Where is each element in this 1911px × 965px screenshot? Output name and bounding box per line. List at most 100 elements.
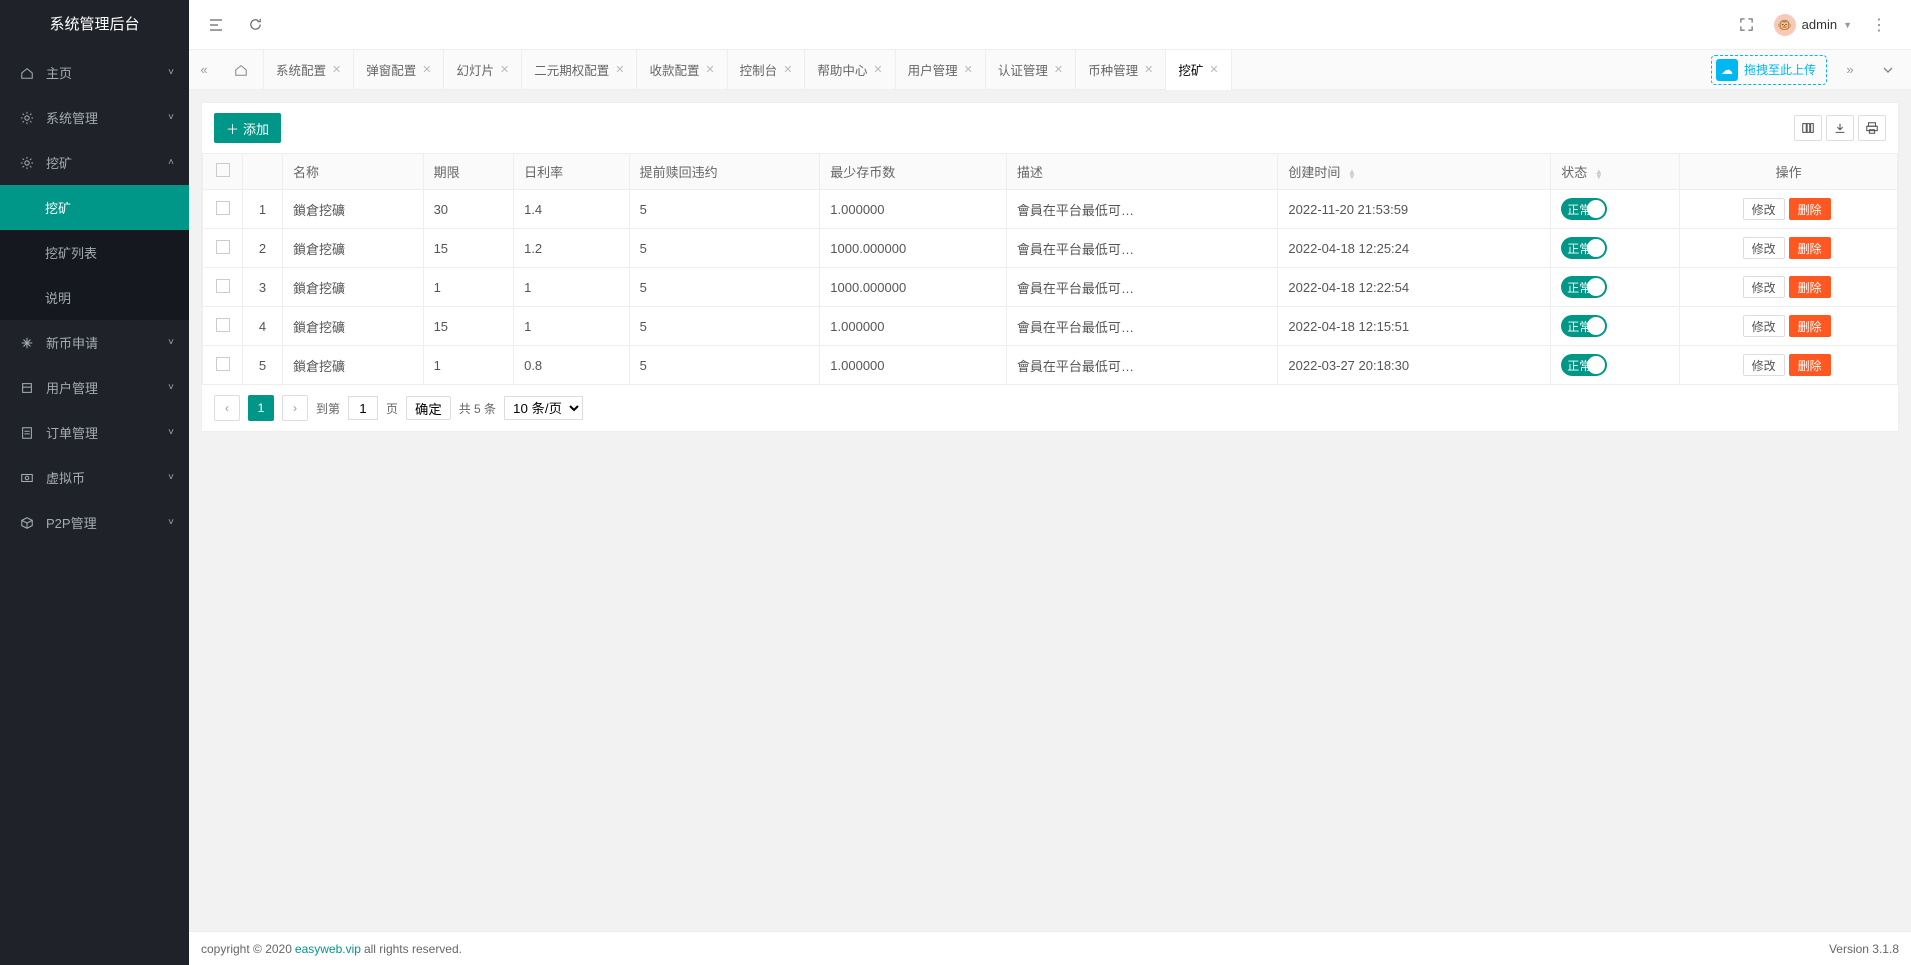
tabs-scroll-left-icon[interactable]: « bbox=[189, 50, 219, 89]
chevron-down-icon: ˅ bbox=[168, 67, 174, 78]
th-period[interactable]: 期限 bbox=[423, 154, 514, 190]
status-toggle[interactable]: 正常 bbox=[1561, 237, 1607, 259]
tab[interactable]: 弹窗配置✕ bbox=[354, 50, 444, 90]
delete-button[interactable]: 删除 bbox=[1789, 198, 1831, 220]
status-toggle[interactable]: 正常 bbox=[1561, 315, 1607, 337]
close-icon[interactable]: ✕ bbox=[1144, 63, 1153, 76]
delete-button[interactable]: 删除 bbox=[1789, 237, 1831, 259]
tab[interactable]: 幻灯片✕ bbox=[444, 50, 522, 90]
tab[interactable]: 挖矿✕ bbox=[1166, 50, 1231, 90]
sidebar-item[interactable]: 主页˅ bbox=[0, 50, 189, 95]
checkbox-all[interactable] bbox=[216, 163, 230, 177]
edit-button[interactable]: 修改 bbox=[1743, 198, 1785, 220]
content-card: ＋ 添加 bbox=[201, 102, 1899, 432]
row-checkbox[interactable] bbox=[216, 240, 230, 254]
th-created[interactable]: 创建时间 ▲▼ bbox=[1278, 154, 1551, 190]
sidebar-item[interactable]: 虚拟币˅ bbox=[0, 455, 189, 500]
tab[interactable]: 控制台✕ bbox=[728, 50, 806, 90]
th-status[interactable]: 状态 ▲▼ bbox=[1551, 154, 1680, 190]
user-menu[interactable]: 🐵 admin ▼ bbox=[1774, 14, 1852, 36]
page-number[interactable]: 1 bbox=[248, 395, 274, 421]
tab[interactable]: 收款配置✕ bbox=[637, 50, 727, 90]
delete-button[interactable]: 删除 bbox=[1789, 315, 1831, 337]
edit-button[interactable]: 修改 bbox=[1743, 276, 1785, 298]
tab-label: 帮助中心 bbox=[817, 60, 867, 79]
status-toggle[interactable]: 正常 bbox=[1561, 198, 1607, 220]
columns-icon[interactable] bbox=[1794, 115, 1822, 141]
tab[interactable]: 币种管理✕ bbox=[1076, 50, 1166, 90]
export-icon[interactable] bbox=[1826, 115, 1854, 141]
close-icon[interactable]: ✕ bbox=[422, 63, 431, 76]
page-size-select[interactable]: 10 条/页 bbox=[504, 396, 583, 420]
sidebar-item[interactable]: 新币申请˅ bbox=[0, 320, 189, 365]
sidebar-item[interactable]: 挖矿˄ bbox=[0, 140, 189, 185]
sidebar-sub-item[interactable]: 说明 bbox=[0, 275, 189, 320]
cell-min: 1000.000000 bbox=[820, 268, 1007, 307]
sidebar-item[interactable]: 订单管理˅ bbox=[0, 410, 189, 455]
th-desc[interactable]: 描述 bbox=[1006, 154, 1277, 190]
close-icon[interactable]: ✕ bbox=[615, 63, 624, 76]
print-icon[interactable] bbox=[1858, 115, 1886, 141]
delete-button[interactable]: 删除 bbox=[1789, 354, 1831, 376]
tabs-scroll-right-icon[interactable]: » bbox=[1835, 62, 1865, 77]
more-icon[interactable]: ⋮ bbox=[1867, 13, 1891, 37]
table-row: 1鎖倉挖礦301.451.000000會員在平台最低可鎖…2022-11-20 … bbox=[203, 190, 1898, 229]
sidebar-sub-item[interactable]: 挖矿 bbox=[0, 185, 189, 230]
row-checkbox[interactable] bbox=[216, 357, 230, 371]
sort-icon[interactable]: ▲▼ bbox=[1348, 169, 1356, 179]
sidebar-sub-item[interactable]: 挖矿列表 bbox=[0, 230, 189, 275]
upload-dropzone[interactable]: ☁ 拖拽至此上传 bbox=[1711, 55, 1827, 85]
sidebar-item[interactable]: 系统管理˅ bbox=[0, 95, 189, 140]
goto-confirm-button[interactable]: 确定 bbox=[406, 396, 451, 420]
tab[interactable]: 系统配置 ✕ bbox=[264, 50, 354, 90]
tab[interactable]: 帮助中心 ✕ bbox=[805, 50, 895, 90]
edit-button[interactable]: 修改 bbox=[1743, 237, 1785, 259]
cell-period: 30 bbox=[423, 190, 514, 229]
sidebar-item[interactable]: P2P管理˅ bbox=[0, 500, 189, 545]
row-checkbox[interactable] bbox=[216, 318, 230, 332]
close-icon[interactable]: ✕ bbox=[873, 63, 882, 76]
sidebar-item-label: 用户管理 bbox=[46, 378, 98, 397]
sidebar-item[interactable]: 用户管理˅ bbox=[0, 365, 189, 410]
chevron-down-icon: ˅ bbox=[168, 472, 174, 483]
footer-link[interactable]: easyweb.vip bbox=[295, 942, 361, 956]
cell-ops: 修改删除 bbox=[1680, 346, 1898, 385]
close-icon[interactable]: ✕ bbox=[500, 63, 509, 76]
th-name[interactable]: 名称 bbox=[283, 154, 424, 190]
tabs-dropdown-icon[interactable] bbox=[1873, 64, 1903, 76]
tab-home[interactable] bbox=[219, 50, 264, 90]
goto-page-input[interactable] bbox=[348, 396, 378, 420]
close-icon[interactable]: ✕ bbox=[332, 63, 341, 76]
close-icon[interactable]: ✕ bbox=[964, 63, 973, 76]
cell-name: 鎖倉挖礦 bbox=[283, 307, 424, 346]
table-toolbar: ＋ 添加 bbox=[202, 103, 1898, 153]
th-penalty[interactable]: 提前赎回违约 bbox=[629, 154, 820, 190]
close-icon[interactable]: ✕ bbox=[1054, 63, 1063, 76]
status-toggle[interactable]: 正常 bbox=[1561, 354, 1607, 376]
delete-button[interactable]: 删除 bbox=[1789, 276, 1831, 298]
sort-icon[interactable]: ▲▼ bbox=[1595, 169, 1603, 179]
cell-created: 2022-03-27 20:18:30 bbox=[1278, 346, 1551, 385]
edit-button[interactable]: 修改 bbox=[1743, 315, 1785, 337]
row-checkbox[interactable] bbox=[216, 279, 230, 293]
tab[interactable]: 二元期权配置✕ bbox=[522, 50, 637, 90]
th-min[interactable]: 最少存币数 bbox=[820, 154, 1007, 190]
close-icon[interactable]: ✕ bbox=[783, 63, 792, 76]
tab-label: 系统配置 bbox=[276, 60, 326, 79]
page-next-icon[interactable]: › bbox=[282, 395, 308, 421]
sparkle-icon bbox=[20, 336, 36, 350]
edit-button[interactable]: 修改 bbox=[1743, 354, 1785, 376]
tab[interactable]: 用户管理✕ bbox=[896, 50, 986, 90]
tab[interactable]: 认证管理✕ bbox=[986, 50, 1076, 90]
fullscreen-icon[interactable] bbox=[1735, 13, 1759, 37]
collapse-sidebar-icon[interactable] bbox=[204, 13, 228, 37]
row-checkbox[interactable] bbox=[216, 201, 230, 215]
row-index: 3 bbox=[243, 268, 283, 307]
close-icon[interactable]: ✕ bbox=[1209, 63, 1218, 76]
close-icon[interactable]: ✕ bbox=[705, 63, 714, 76]
th-rate[interactable]: 日利率 bbox=[514, 154, 630, 190]
page-prev-icon[interactable]: ‹ bbox=[214, 395, 240, 421]
add-button[interactable]: ＋ 添加 bbox=[214, 113, 281, 143]
refresh-icon[interactable] bbox=[243, 13, 267, 37]
status-toggle[interactable]: 正常 bbox=[1561, 276, 1607, 298]
